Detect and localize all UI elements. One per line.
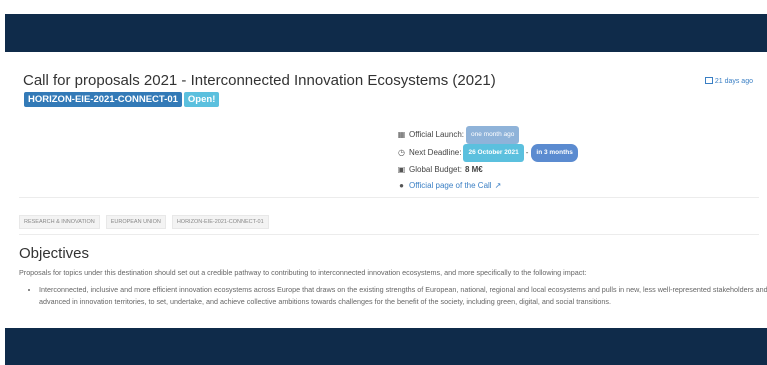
- launch-value: one month ago: [466, 126, 520, 144]
- clock-icon: ◷: [398, 148, 405, 157]
- calendar-icon: ▦: [397, 130, 406, 139]
- budget-value: 8 M€: [464, 165, 483, 174]
- deadline-row: ◷ Next Deadline: 26 October 2021 - in 3 …: [397, 144, 578, 162]
- tag-item[interactable]: European Union: [105, 215, 166, 229]
- deadline-label: Next Deadline:: [409, 148, 462, 157]
- tag-list: Research & Innovation European Union HORIZ…: [19, 210, 275, 229]
- divider: [19, 234, 759, 235]
- money-icon: ▣: [397, 165, 406, 174]
- objectives-title: Objectives: [19, 245, 90, 262]
- calendar-icon: [704, 77, 713, 84]
- call-card: Call for proposals 2021 - Interconnected…: [5, 52, 767, 328]
- call-meta: ▦ Official Launch: one month ago ◷ Next …: [397, 126, 578, 194]
- budget-row: ▣ Global Budget: 8 M€: [397, 162, 578, 178]
- page-title: Call for proposals 2021 - Interconnected…: [23, 72, 496, 89]
- launch-label: Official Launch:: [409, 130, 464, 139]
- bottom-bar: [5, 328, 767, 365]
- official-page-link[interactable]: Official page of the Call: [409, 178, 492, 194]
- globe-icon: ●: [399, 181, 404, 190]
- tag-item[interactable]: HORIZON-EIE-2021-CONNECT-01: [171, 215, 269, 229]
- objectives-intro: Proposals for topics under this destinat…: [19, 268, 587, 277]
- launch-row: ▦ Official Launch: one month ago: [397, 126, 578, 144]
- deadline-value: 26 October 2021: [463, 144, 524, 162]
- deadline-separator: -: [525, 148, 529, 157]
- call-id-badge: HORIZON-EIE-2021-CONNECT-01: [24, 92, 182, 107]
- top-navbar: [5, 14, 767, 52]
- deadline-relative: in 3 months: [531, 144, 578, 162]
- budget-label: Global Budget:: [409, 165, 462, 174]
- tag-item[interactable]: Research & Innovation: [19, 215, 100, 229]
- list-item: Interconnected, inclusive and more effic…: [39, 284, 767, 308]
- status-badge: Open!: [183, 92, 220, 107]
- posted-text: 21 days ago: [714, 78, 753, 85]
- external-link-icon: ↗: [494, 181, 502, 190]
- divider: [19, 197, 759, 198]
- objectives-list: Interconnected, inclusive and more effic…: [19, 284, 767, 308]
- badge-group: HORIZON-EIE-2021-CONNECT-01 Open!: [24, 89, 221, 107]
- official-page-row[interactable]: ● Official page of the Call ↗: [397, 178, 578, 194]
- posted-date: 21 days ago: [704, 77, 753, 85]
